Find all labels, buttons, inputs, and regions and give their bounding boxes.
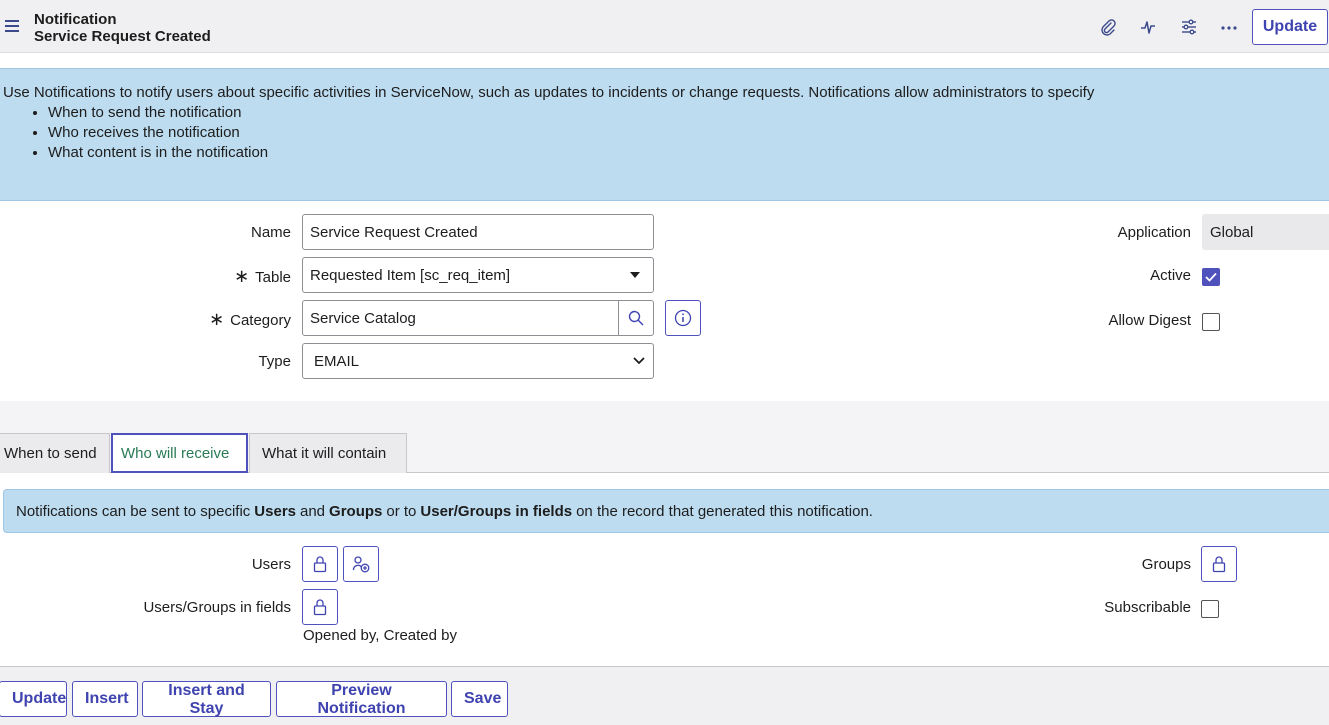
info-intro: Use Notifications to notify users about … [3,84,1095,101]
info-bullet: What content is in the notification [48,143,1329,163]
update-button-header[interactable]: Update [1252,9,1328,45]
save-button[interactable]: Save [451,681,508,717]
groups-label: Groups [1141,556,1191,573]
type-value: EMAIL [314,352,360,370]
notification-info-box: Use Notifications to notify users about … [0,68,1329,201]
groups-unlock-button[interactable] [1201,546,1237,582]
subscribable-label: Subscribable [1104,599,1191,616]
settings-sliders-icon[interactable] [1178,16,1200,38]
more-options-icon[interactable] [1218,16,1240,38]
tab-what-it-will-contain[interactable]: What it will contain [249,433,407,473]
application-label: Application [1117,224,1191,241]
name-label: Name [250,224,291,241]
menu-icon[interactable] [5,20,19,32]
category-field[interactable]: Service Catalog [302,300,620,336]
caret-down-icon [630,272,640,278]
table-label: ∗ Table [234,266,291,286]
activity-icon[interactable] [1137,16,1159,38]
who-will-receive-panel: Notifications can be sent to specific Us… [0,473,1329,667]
required-marker: ∗ [209,309,225,329]
users-unlock-button[interactable] [302,546,338,582]
insert-and-stay-button[interactable]: Insert and Stay [142,681,271,717]
category-label: ∗ Category [209,309,291,329]
notification-form: Name Service Request Created ∗ Table Requ… [0,201,1329,401]
info-bullet: Who receives the notification [48,123,1329,143]
required-marker: ∗ [234,266,250,286]
table-select[interactable]: Requested Item [sc_req_item] [302,257,654,293]
add-user-icon [352,556,370,573]
active-checkbox[interactable] [1202,268,1220,286]
allow-digest-checkbox[interactable] [1202,313,1220,331]
insert-button[interactable]: Insert [72,681,138,717]
application-field: Global [1202,214,1329,250]
name-field[interactable]: Service Request Created [302,214,654,250]
form-footer: Update Insert Insert and Stay Preview No… [0,667,1329,725]
preview-notification-button[interactable]: Preview Notification [276,681,447,717]
info-bullet: When to send the notification [48,103,1329,123]
info-bullet-list: When to send the notification Who receiv… [48,103,1329,163]
users-groups-in-fields-label: Users/Groups in fields [143,599,291,616]
chevron-down-icon [633,357,645,365]
recipients-info-box: Notifications can be sent to specific Us… [3,489,1329,533]
type-label: Type [258,353,291,370]
category-lookup-button[interactable] [618,300,654,336]
table-value: Requested Item [sc_req_item] [310,266,511,284]
checkmark-icon [1205,272,1217,282]
allow-digest-label: Allow Digest [1108,312,1191,329]
lock-icon [1212,556,1226,573]
update-button[interactable]: Update [0,681,67,717]
subscribable-checkbox[interactable] [1201,600,1219,618]
users-label: Users [251,556,291,573]
active-label: Active [1150,267,1191,284]
paperclip-icon[interactable] [1097,16,1119,38]
tab-bar: When to send Who will receive What it wi… [0,401,1329,473]
search-icon [628,310,644,326]
record-type: Notification [34,11,117,28]
lock-icon [313,556,327,573]
users-groups-unlock-button[interactable] [302,589,338,625]
lock-icon [313,599,327,616]
tab-when-to-send[interactable]: When to send [0,433,110,473]
tab-who-will-receive[interactable]: Who will receive [111,433,248,473]
record-name: Service Request Created [34,28,211,45]
type-select[interactable]: EMAIL [302,343,654,379]
category-info-button[interactable] [665,300,701,336]
users-groups-value: Opened by, Created by [303,627,457,644]
page-title: Notification Service Request Created [34,11,211,45]
info-icon [674,309,692,327]
add-me-button[interactable] [343,546,379,582]
form-header: Notification Service Request Created Upd… [0,0,1329,53]
